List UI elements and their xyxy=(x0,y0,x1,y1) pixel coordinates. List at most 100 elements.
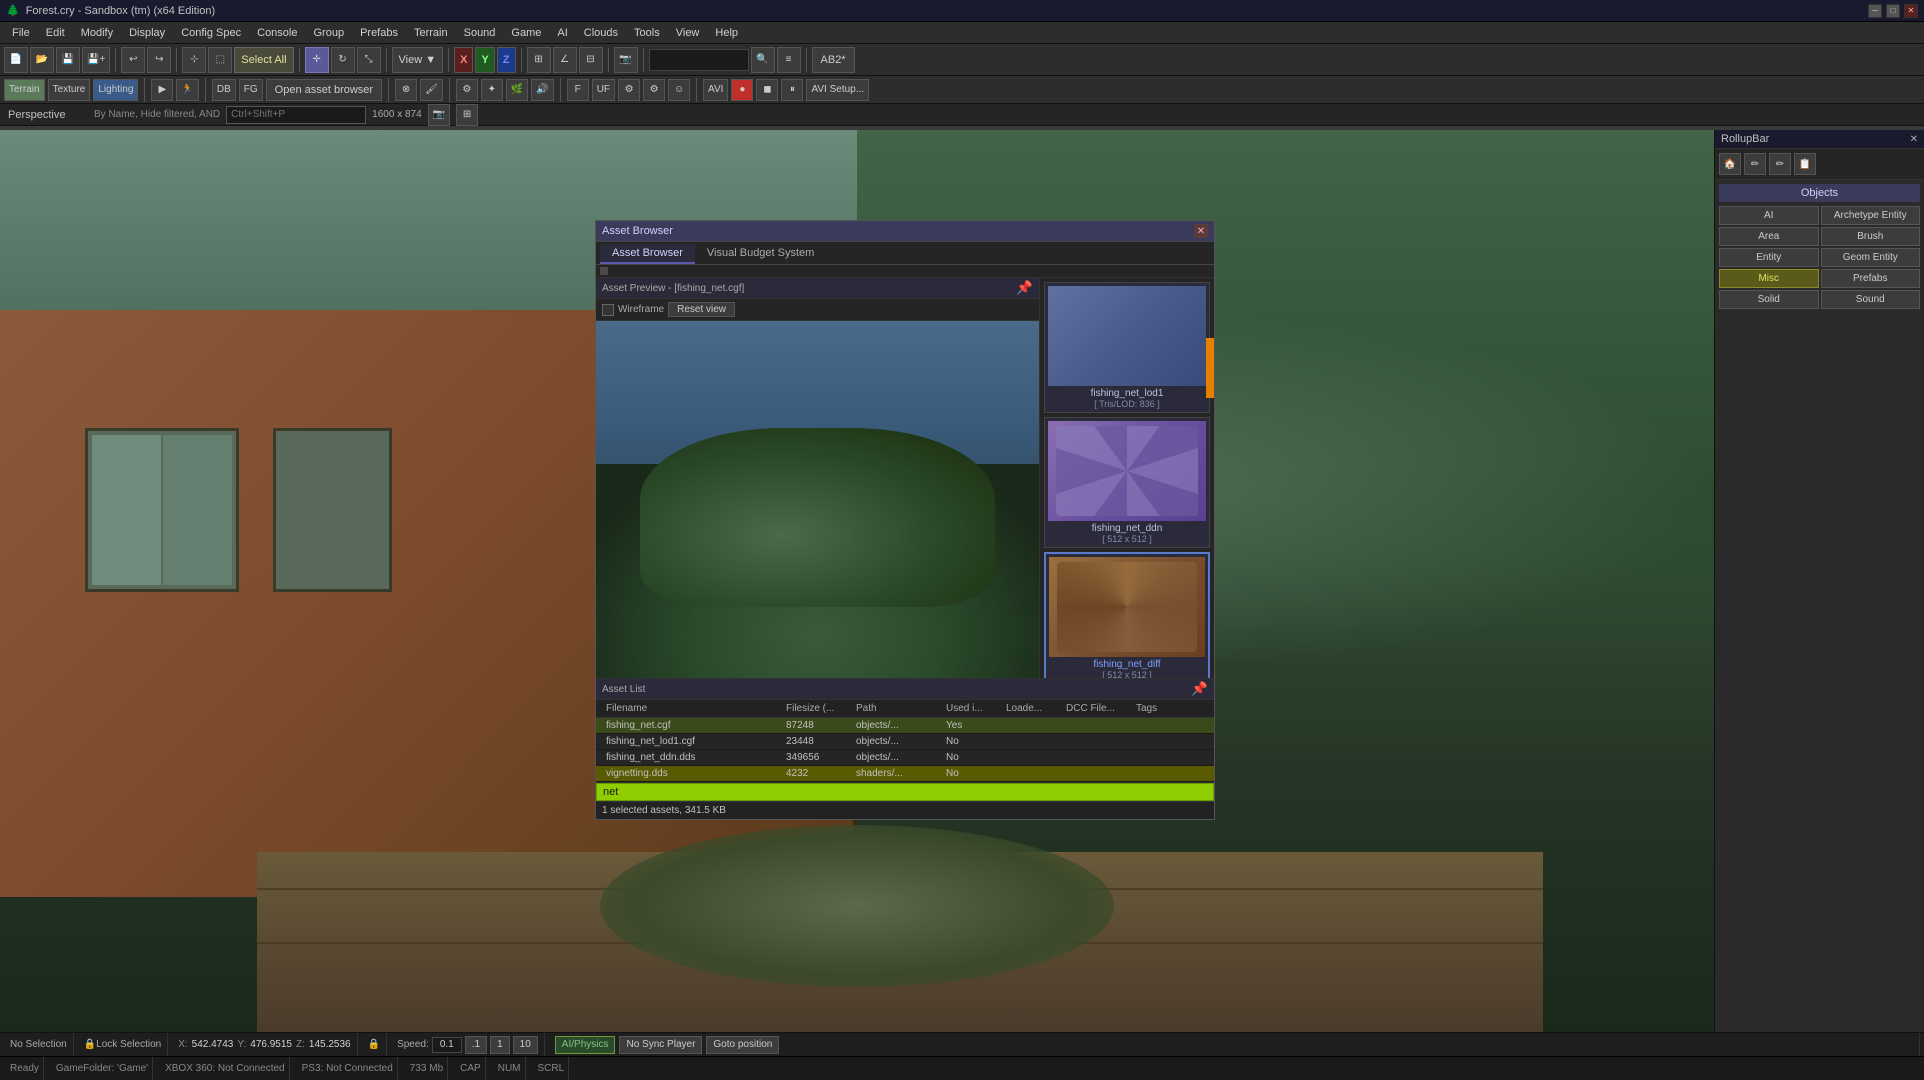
rotate-tool-button[interactable]: ↻ xyxy=(331,47,355,73)
uf-button[interactable]: UF xyxy=(592,79,615,101)
search-input[interactable] xyxy=(226,106,366,124)
db-button[interactable]: DB xyxy=(212,79,236,101)
x-axis-button[interactable]: X xyxy=(454,47,473,73)
grid-button[interactable]: ⊞ xyxy=(527,47,551,73)
name-input[interactable] xyxy=(649,49,749,71)
obj-btn-archetype-entity[interactable]: Archetype Entity xyxy=(1821,206,1921,225)
close-button[interactable]: ✕ xyxy=(1904,4,1918,18)
thumb-fishing-net-diff[interactable]: fishing_net_diff [ 512 x 512 ] xyxy=(1044,552,1210,678)
ai-physics-button[interactable]: AI/Physics xyxy=(555,1036,616,1054)
z-axis-button[interactable]: Z xyxy=(497,47,516,73)
undo-button[interactable]: ↩ xyxy=(121,47,145,73)
texture-button[interactable]: Texture xyxy=(48,79,91,101)
obj-btn-solid[interactable]: Solid xyxy=(1719,290,1819,309)
lock-coords-status[interactable]: 🔒 xyxy=(362,1033,387,1056)
record-button[interactable]: ● xyxy=(731,79,753,101)
table-row[interactable]: fishing_net_ddn.dds 349656 objects/... N… xyxy=(596,750,1214,766)
menu-display[interactable]: Display xyxy=(121,25,173,41)
veg-button[interactable]: 🌿 xyxy=(506,79,528,101)
camera-button[interactable]: 📷 xyxy=(614,47,638,73)
table-row[interactable]: fishing_net.cgf 87248 objects/... Yes xyxy=(596,718,1214,734)
menu-help[interactable]: Help xyxy=(707,25,746,41)
obj-btn-area[interactable]: Area xyxy=(1719,227,1819,246)
menu-console[interactable]: Console xyxy=(249,25,305,41)
save-button[interactable]: 💾 xyxy=(56,47,80,73)
rp-icon-3[interactable]: ✏ xyxy=(1769,153,1791,175)
sim-button[interactable]: 🏃 xyxy=(176,79,198,101)
res-btn2[interactable]: ⊞ xyxy=(456,104,478,126)
menu-clouds[interactable]: Clouds xyxy=(576,25,626,41)
thumb-fishing-net-lod1[interactable]: fishing_net_lod1 [ Tris/LOD: 836 ] xyxy=(1044,282,1210,413)
res-btn1[interactable]: 📷 xyxy=(428,104,450,126)
move-tool-button[interactable]: ✛ xyxy=(305,47,329,73)
table-row[interactable]: vignetting.dds 4232 shaders/... No xyxy=(596,766,1214,782)
wireframe-checkbox[interactable] xyxy=(602,304,614,316)
select-tool-button[interactable]: ⊹ xyxy=(182,47,206,73)
menu-ai[interactable]: AI xyxy=(549,25,575,41)
speed-v2-button[interactable]: 1 xyxy=(490,1036,510,1054)
fg-button[interactable]: FG xyxy=(239,79,263,101)
flow-button[interactable]: F xyxy=(567,79,589,101)
thumb-fishing-net-ddn[interactable]: fishing_net_ddn [ 512 x 512 ] xyxy=(1044,417,1210,548)
lighting-button[interactable]: Lighting xyxy=(93,79,138,101)
menu-tools[interactable]: Tools xyxy=(626,25,668,41)
ab2-label-button[interactable]: AB2* xyxy=(812,47,855,73)
speed-input[interactable] xyxy=(432,1037,462,1053)
asset-search-input[interactable] xyxy=(596,783,1214,801)
rollupbar-close[interactable]: ✕ xyxy=(1910,134,1918,145)
stop-button[interactable]: ◼ xyxy=(756,79,778,101)
terrain-button[interactable]: Terrain xyxy=(4,79,45,101)
view-dropdown[interactable]: View ▼ xyxy=(392,47,444,73)
obj-btn-sound[interactable]: Sound xyxy=(1821,290,1921,309)
obj-btn-ai[interactable]: AI xyxy=(1719,206,1819,225)
redo-button[interactable]: ↪ xyxy=(147,47,171,73)
speed-v1-button[interactable]: .1 xyxy=(465,1036,487,1054)
pause-button[interactable]: ⏸ xyxy=(781,79,803,101)
scale-tool-button[interactable]: ⤡ xyxy=(357,47,381,73)
obj-btn-misc[interactable]: Misc xyxy=(1719,269,1819,288)
select-region-button[interactable]: ⬚ xyxy=(208,47,232,73)
run-button[interactable]: ▶ xyxy=(151,79,173,101)
goto-position-button[interactable]: Goto position xyxy=(706,1036,779,1054)
speed-v3-button[interactable]: 10 xyxy=(513,1036,538,1054)
particles-button[interactable]: ✦ xyxy=(481,79,503,101)
open-asset-button[interactable]: Open asset browser xyxy=(266,79,382,101)
reset-view-button[interactable]: Reset view xyxy=(668,302,735,317)
find-button[interactable]: 🔍 xyxy=(751,47,775,73)
gear2-button[interactable]: ⚙ xyxy=(643,79,665,101)
maximize-button[interactable]: □ xyxy=(1886,4,1900,18)
lock-selection-status[interactable]: 🔒 Lock Selection xyxy=(78,1033,169,1056)
tab-asset-browser[interactable]: Asset Browser xyxy=(600,244,695,264)
menu-game[interactable]: Game xyxy=(503,25,549,41)
obj-btn-brush[interactable]: Brush xyxy=(1821,227,1921,246)
preview-pin[interactable]: 📌 xyxy=(1016,280,1033,296)
open-button[interactable]: 📂 xyxy=(30,47,54,73)
char-button[interactable]: ☺ xyxy=(668,79,690,101)
preview-canvas[interactable] xyxy=(596,321,1039,678)
menu-modify[interactable]: Modify xyxy=(73,25,121,41)
angle-button[interactable]: ∠ xyxy=(553,47,577,73)
avi-setup-button[interactable]: AVI Setup... xyxy=(806,79,869,101)
tab-visual-budget[interactable]: Visual Budget System xyxy=(695,244,826,264)
lasso-button[interactable]: ⊗ xyxy=(395,79,417,101)
obj-btn-entity[interactable]: Entity xyxy=(1719,248,1819,267)
menu-file[interactable]: File xyxy=(4,25,38,41)
obj-btn-geom-entity[interactable]: Geom Entity xyxy=(1821,248,1921,267)
scrollbar-thumb[interactable] xyxy=(1206,338,1214,398)
menu-config-spec[interactable]: Config Spec xyxy=(173,25,249,41)
rp-icon-1[interactable]: 🏠 xyxy=(1719,153,1741,175)
avi-button[interactable]: AVI xyxy=(703,79,728,101)
audio-button[interactable]: 🔊 xyxy=(531,79,553,101)
physics-sim-button[interactable]: ⚙ xyxy=(456,79,478,101)
no-sync-player-button[interactable]: No Sync Player xyxy=(619,1036,702,1054)
paint-button[interactable]: 🖌 xyxy=(420,79,443,101)
minimize-button[interactable]: ─ xyxy=(1868,4,1882,18)
obj-btn-prefabs[interactable]: Prefabs xyxy=(1821,269,1921,288)
asset-list-pin[interactable]: 📌 xyxy=(1191,681,1208,697)
y-axis-button[interactable]: Y xyxy=(475,47,494,73)
menu-sound[interactable]: Sound xyxy=(456,25,504,41)
menu-terrain[interactable]: Terrain xyxy=(406,25,456,41)
rp-icon-4[interactable]: 📋 xyxy=(1794,153,1816,175)
new-button[interactable]: 📄 xyxy=(4,47,28,73)
select-all-button[interactable]: Select All xyxy=(234,47,293,73)
